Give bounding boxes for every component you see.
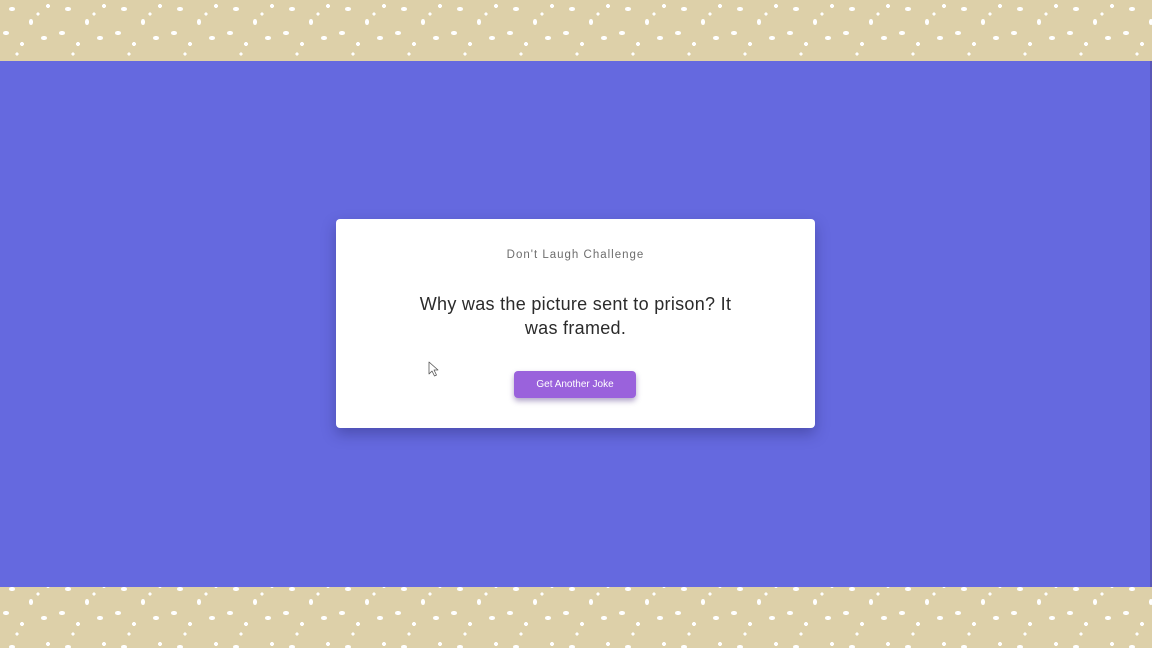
patterned-frame: Don't Laugh Challenge Why was the pictur…: [0, 0, 1152, 648]
joke-card: Don't Laugh Challenge Why was the pictur…: [336, 219, 815, 428]
joke-text: Why was the picture sent to prison? It w…: [419, 294, 732, 338]
app-background: Don't Laugh Challenge Why was the pictur…: [0, 61, 1152, 587]
get-another-joke-button[interactable]: Get Another Joke: [514, 371, 636, 398]
card-title: Don't Laugh Challenge: [506, 249, 645, 261]
mouse-pointer-icon: [428, 361, 439, 377]
